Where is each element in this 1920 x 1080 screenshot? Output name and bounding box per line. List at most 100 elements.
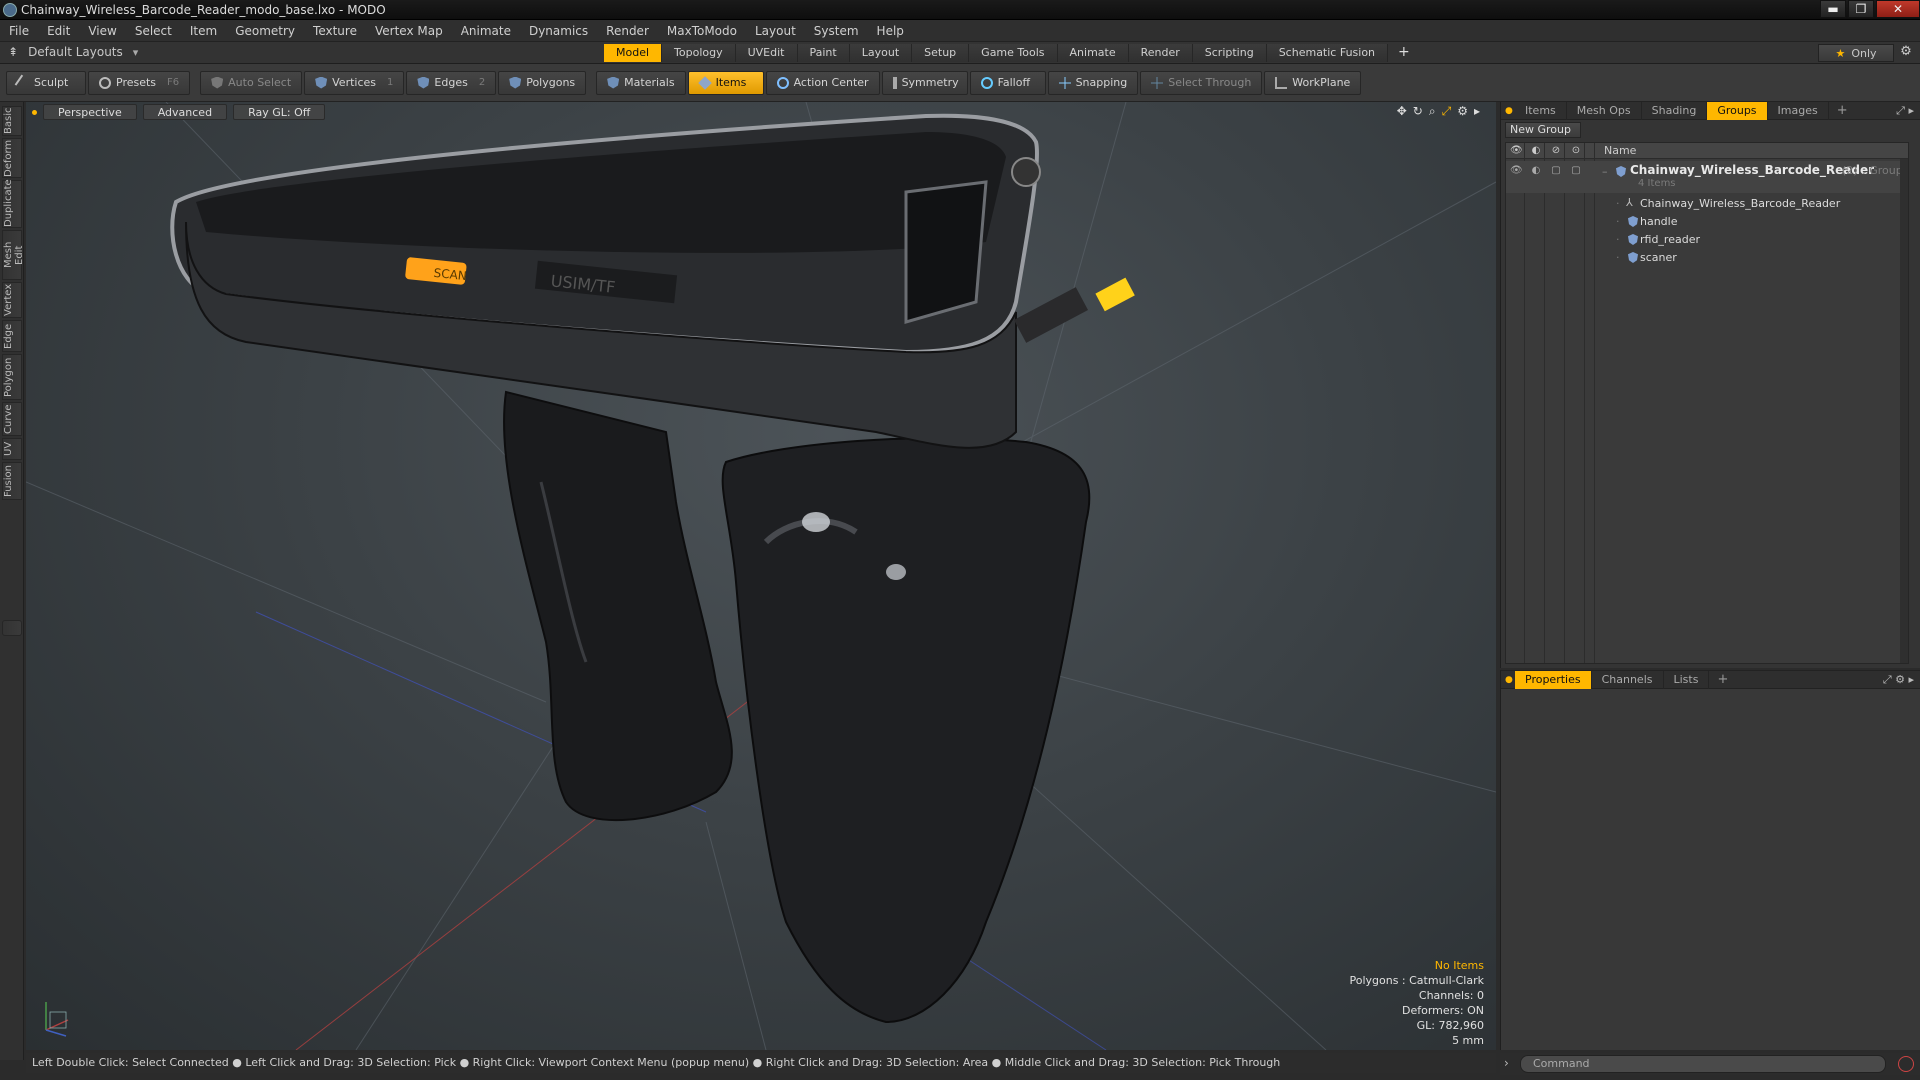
vtab-polygon[interactable]: Polygon: [2, 354, 22, 400]
add-panel-tab-button[interactable]: +: [1709, 672, 1736, 687]
tab-layout[interactable]: Layout: [849, 44, 913, 62]
vertices-button[interactable]: Vertices 1: [304, 70, 405, 95]
panel-options-icon[interactable]: ⤢ ⚙ ▸: [1883, 673, 1914, 687]
action-center-button[interactable]: Action Center: [765, 70, 880, 95]
minimize-button[interactable]: ▬: [1820, 0, 1846, 18]
pan-icon[interactable]: ✥: [1397, 104, 1407, 119]
vtab-deform[interactable]: Deform: [2, 138, 22, 178]
viewport-settings-icon[interactable]: ⚙: [1457, 104, 1468, 119]
vtab-basic[interactable]: Basic: [2, 106, 22, 136]
tab-scripting[interactable]: Scripting: [1192, 44, 1267, 62]
vtab-vertex[interactable]: Vertex: [2, 282, 22, 318]
menu-vertex-map[interactable]: Vertex Map: [366, 24, 452, 38]
new-group-button[interactable]: New Group: [1505, 122, 1581, 138]
view-type-dropdown[interactable]: Perspective: [43, 104, 137, 120]
snapping-button[interactable]: Snapping: [1047, 70, 1139, 95]
vtab-mesh-edit[interactable]: Mesh Edit: [2, 230, 25, 280]
layout-switcher-icon[interactable]: ⇞: [8, 45, 18, 59]
polygons-button[interactable]: Polygons: [498, 70, 587, 95]
group-child-row[interactable]: · scaner: [1506, 249, 1908, 267]
workplane-button[interactable]: WorkPlane: [1264, 70, 1362, 95]
panel-menu-dot[interactable]: ●: [1501, 675, 1515, 685]
menu-item[interactable]: Item: [181, 24, 226, 38]
falloff-button[interactable]: Falloff: [969, 70, 1046, 95]
edges-button[interactable]: Edges 2: [406, 70, 497, 95]
tab-lists[interactable]: Lists: [1664, 670, 1710, 689]
vtab-fusion[interactable]: Fusion: [2, 462, 22, 500]
stop-icon[interactable]: [1898, 1056, 1914, 1072]
tab-game-tools[interactable]: Game Tools: [969, 44, 1058, 62]
tab-shading[interactable]: Shading: [1642, 101, 1708, 120]
auto-select-button[interactable]: Auto Select: [200, 70, 303, 95]
tab-topology[interactable]: Topology: [662, 44, 736, 62]
group-row[interactable]: 👁 ◐ ▢ ▢ – Chainway_Wireless_Barcode_Read…: [1506, 161, 1908, 193]
presets-button[interactable]: Presets F6: [88, 70, 191, 95]
expand-panel-icon[interactable]: [2, 620, 22, 636]
menu-render[interactable]: Render: [597, 24, 658, 38]
menu-select[interactable]: Select: [126, 24, 181, 38]
collapse-icon[interactable]: –: [1602, 165, 1608, 178]
group-select-icon[interactable]: ▢: [1570, 165, 1582, 177]
tab-channels[interactable]: Channels: [1592, 670, 1664, 689]
panel-options-icon[interactable]: ⤢ ▸: [1896, 104, 1914, 118]
group-lock-icon[interactable]: ▢: [1550, 165, 1562, 177]
vtab-uv[interactable]: UV: [2, 438, 22, 460]
tab-groups[interactable]: Groups: [1707, 101, 1768, 120]
panel-menu-dot[interactable]: ●: [1501, 106, 1515, 116]
tab-mesh-ops[interactable]: Mesh Ops: [1567, 101, 1642, 120]
menu-texture[interactable]: Texture: [304, 24, 366, 38]
sculpt-button[interactable]: Sculpt: [6, 70, 86, 95]
tab-model[interactable]: Model: [604, 44, 663, 62]
tab-properties[interactable]: Properties: [1515, 670, 1592, 689]
menu-file[interactable]: File: [0, 24, 38, 38]
menu-system[interactable]: System: [805, 24, 868, 38]
group-child-row[interactable]: · ⅄ Chainway_Wireless_Barcode_Reader: [1506, 195, 1908, 213]
tab-schematic-fusion[interactable]: Schematic Fusion: [1266, 44, 1389, 62]
shading-dropdown[interactable]: Advanced: [142, 104, 228, 120]
menu-layout[interactable]: Layout: [746, 24, 805, 38]
menu-help[interactable]: Help: [868, 24, 913, 38]
only-button[interactable]: ★ Only: [1818, 44, 1894, 62]
lock-column-icon[interactable]: ⊘: [1550, 145, 1562, 157]
gear-icon[interactable]: ⚙: [1894, 44, 1918, 62]
fit-icon[interactable]: ⤢: [1442, 104, 1452, 119]
group-visibility-icon[interactable]: 👁: [1510, 165, 1523, 177]
group-child-row[interactable]: · rfid_reader: [1506, 231, 1908, 249]
tab-paint[interactable]: Paint: [797, 44, 850, 62]
rotate-icon[interactable]: ↻: [1413, 104, 1423, 119]
3d-viewport[interactable]: SCAN USIM/TF Perspective Advanced Ray GL…: [26, 102, 1496, 1050]
tab-images[interactable]: Images: [1768, 101, 1829, 120]
maximize-button[interactable]: ❐: [1848, 0, 1874, 18]
layouts-dropdown[interactable]: ⇞ Default Layouts ▾: [8, 45, 138, 59]
render-column-icon[interactable]: ◐: [1530, 145, 1542, 157]
tab-setup[interactable]: Setup: [912, 44, 970, 62]
command-input[interactable]: Command: [1520, 1055, 1886, 1073]
items-button[interactable]: Items: [687, 70, 764, 95]
tab-uvedit[interactable]: UVEdit: [735, 44, 798, 62]
vtab-curve[interactable]: Curve: [2, 402, 22, 436]
menu-dynamics[interactable]: Dynamics: [520, 24, 597, 38]
menu-geometry[interactable]: Geometry: [226, 24, 304, 38]
zoom-icon[interactable]: ⌕: [1429, 104, 1436, 119]
menu-view[interactable]: View: [79, 24, 125, 38]
groups-scrollbar[interactable]: [1900, 159, 1908, 663]
menu-animate[interactable]: Animate: [452, 24, 520, 38]
name-column-header[interactable]: Name: [1604, 144, 1636, 157]
viewport-menu-dot[interactable]: [32, 109, 37, 115]
close-button[interactable]: ✕: [1876, 0, 1920, 18]
materials-button[interactable]: Materials: [596, 70, 686, 95]
symmetry-button[interactable]: Symmetry: [881, 70, 968, 95]
add-panel-tab-button[interactable]: +: [1829, 103, 1856, 118]
group-child-row[interactable]: · handle: [1506, 213, 1908, 231]
menu-edit[interactable]: Edit: [38, 24, 79, 38]
viewport-expand-icon[interactable]: ▸: [1474, 104, 1480, 119]
tab-render[interactable]: Render: [1128, 44, 1193, 62]
vtab-duplicate[interactable]: Duplicate: [2, 179, 22, 228]
tab-animate[interactable]: Animate: [1057, 44, 1129, 62]
vtab-edge[interactable]: Edge: [2, 320, 22, 352]
tab-items[interactable]: Items: [1515, 101, 1567, 120]
command-history-icon[interactable]: ›: [1504, 1056, 1509, 1070]
add-tab-button[interactable]: +: [1388, 44, 1420, 62]
select-through-button[interactable]: Select Through: [1140, 70, 1263, 95]
menu-maxtomodo[interactable]: MaxToModo: [658, 24, 746, 38]
